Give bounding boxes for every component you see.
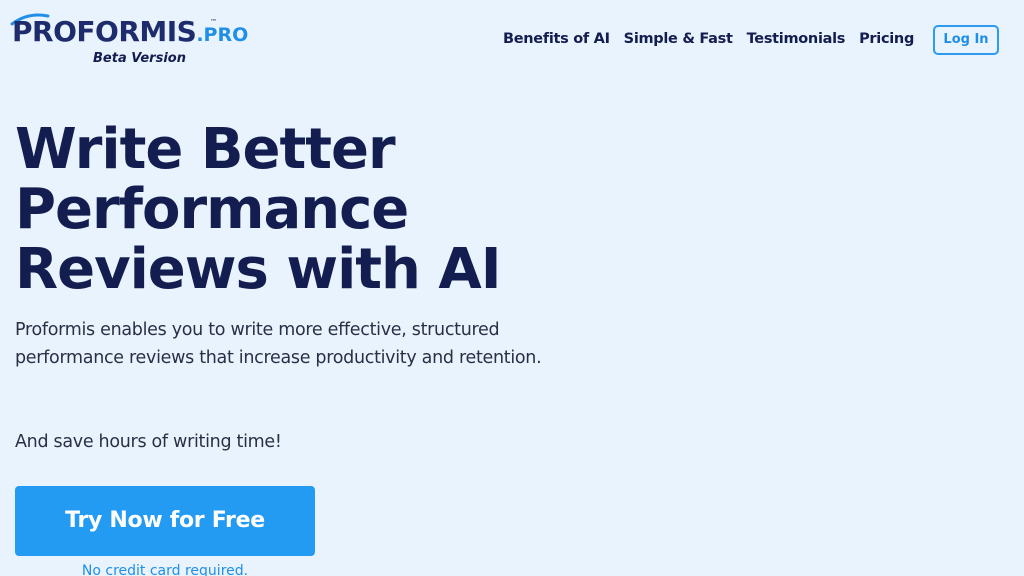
brand-logo[interactable]: PROFORMIS.PRO ™ Beta Version	[10, 13, 262, 68]
hero-title-line: Reviews with AI	[15, 237, 502, 302]
hero-title-line: Write Better	[15, 117, 396, 182]
login-button[interactable]: Log In	[933, 25, 999, 55]
landing-page: PROFORMIS.PRO ™ Beta Version Benefits of…	[0, 0, 1024, 576]
logo-name: PROFORMIS	[12, 15, 197, 48]
beta-label: Beta Version	[93, 51, 186, 66]
nav-link-benefits[interactable]: Benefits of AI	[503, 28, 610, 50]
hero-title-line: Performance	[15, 177, 409, 242]
hero-description: Proformis enables you to write more effe…	[15, 320, 542, 368]
try-now-button[interactable]: Try Now for Free	[15, 486, 315, 556]
nav-link-pricing[interactable]: Pricing	[859, 28, 914, 50]
nav-link-simple-fast[interactable]: Simple & Fast	[624, 28, 733, 50]
logo-suffix: .PRO	[196, 24, 249, 46]
trademark-mark: ™	[210, 18, 217, 26]
hero-secondary-text: And save hours of writing time!	[15, 432, 282, 452]
hero-title: Write Better Performance Reviews with AI	[15, 120, 575, 300]
main-nav: Benefits of AI Simple & Fast Testimonial…	[503, 28, 914, 50]
nav-link-testimonials[interactable]: Testimonials	[747, 28, 846, 50]
no-credit-card-note: No credit card required.	[81, 563, 249, 576]
